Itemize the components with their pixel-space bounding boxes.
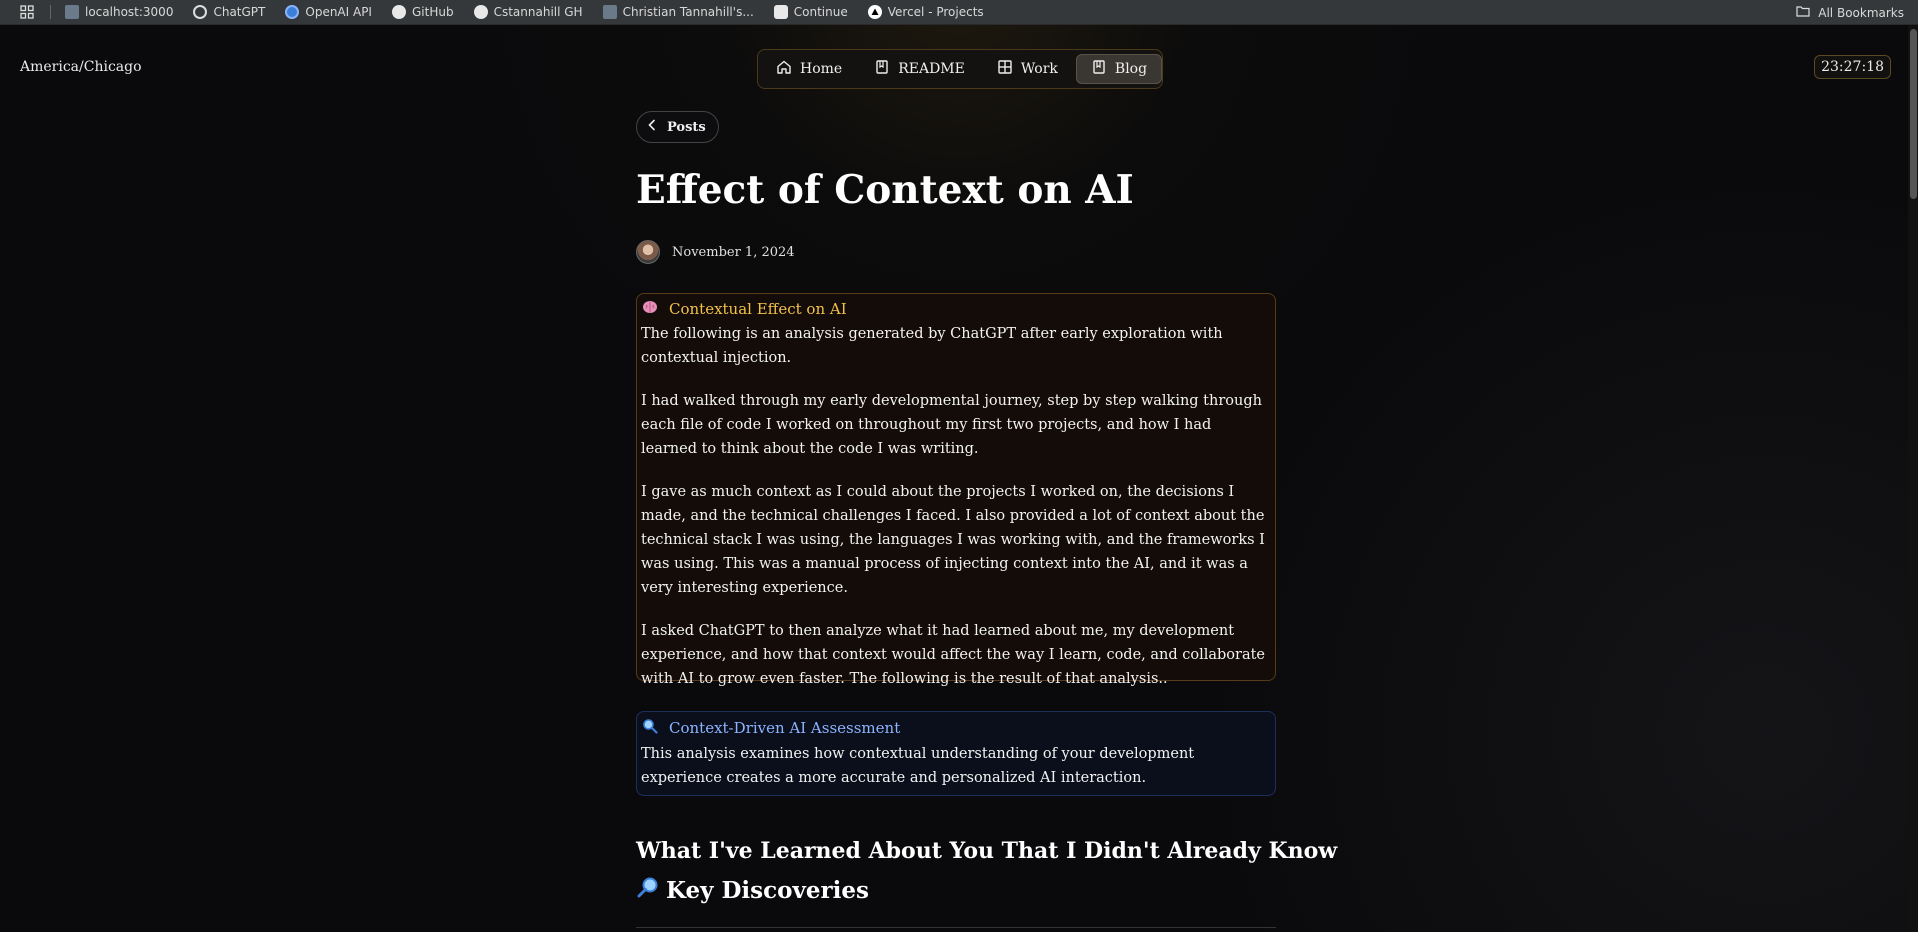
nav-label: README [898,61,965,77]
timezone-label: America/Chicago [20,59,142,75]
scrollbar-thumb[interactable] [1910,29,1917,199]
nav-label: Home [800,61,843,77]
post-title: Effect of Context on AI [636,167,1134,213]
brain-icon [641,300,659,318]
nav-readme[interactable]: README [860,54,979,84]
post-meta: November 1, 2024 [636,240,795,264]
callout-paragraph: I asked ChatGPT to then analyze what it … [641,623,1266,687]
back-label: Posts [667,119,706,135]
bookmark-label: Continue [793,5,848,19]
bookmark-christian-tannahill[interactable]: Christian Tannahill's... [602,5,754,19]
bookmark-label: ChatGPT [213,5,266,19]
bookmark-label: Vercel - Projects [887,5,984,19]
bookmark-label: Cstannahill GH [493,5,583,19]
back-to-posts-button[interactable]: Posts [636,111,719,143]
bookmarks-bar: localhost:3000 ChatGPT OpenAI API GitHub… [0,0,1918,25]
book-icon [874,59,890,79]
bookmark-label: OpenAI API [305,5,372,19]
bookmark-localhost[interactable]: localhost:3000 [65,5,173,19]
home-icon [776,59,792,79]
page: America/Chicago Home README Work Blog 23… [0,25,1918,932]
author-avatar [636,240,660,264]
callout-paragraph: I had walked through my early developmen… [641,393,1262,457]
callout-paragraph: This analysis examines how contextual un… [641,746,1195,786]
bookmark-cstannahill-gh[interactable]: Cstannahill GH [473,5,583,19]
bookmark-chatgpt[interactable]: ChatGPT [193,5,265,19]
callout-title: Contextual Effect on AI [669,300,847,318]
subsection-heading: Key Discoveries [636,875,869,905]
bookmark-label: localhost:3000 [85,5,174,19]
callout-paragraph: The following is an analysis generated b… [641,326,1223,366]
all-bookmarks-label: All Bookmarks [1818,5,1904,20]
github-icon [473,5,488,19]
grid-icon [997,59,1013,79]
bookmark-label: GitHub [411,5,454,19]
folder-icon [1796,5,1810,20]
callout-title: Context-Driven AI Assessment [669,719,901,737]
callout-header: Contextual Effect on AI [641,300,1271,318]
main-nav: Home README Work Blog [757,49,1163,89]
callout-ai-assessment: Context-Driven AI Assessment This analys… [636,711,1276,796]
page-icon [602,5,617,19]
vercel-icon [867,5,882,19]
callout-paragraph: I gave as much context as I could about … [641,484,1265,596]
section-heading: What I've Learned About You That I Didn'… [636,838,1338,864]
bookmark-openai-api[interactable]: OpenAI API [285,5,372,19]
chatgpt-icon [193,5,208,19]
nav-blog[interactable]: Blog [1075,54,1163,84]
callout-contextual-effect: Contextual Effect on AI The following is… [636,293,1276,687]
apps-grid-icon[interactable] [14,2,40,22]
bookmark-vercel[interactable]: Vercel - Projects [867,5,984,19]
heading-divider [636,927,1276,928]
post-date: November 1, 2024 [672,244,795,260]
continue-icon [773,5,788,19]
bookmark-github[interactable]: GitHub [391,5,454,19]
magnifier-icon [641,718,659,738]
bookmarks-divider [50,5,51,19]
bookmark-continue[interactable]: Continue [773,5,848,19]
subsection-heading-label: Key Discoveries [666,876,869,904]
nav-label: Blog [1114,61,1148,77]
scrollbar[interactable] [1908,25,1918,932]
bookmark-label: Christian Tannahill's... [622,5,754,19]
page-icon [65,5,79,19]
github-icon [391,5,406,19]
magnifier-icon [636,875,660,905]
callout-header: Context-Driven AI Assessment [641,718,1271,738]
openai-icon [285,5,300,19]
nav-home[interactable]: Home [762,54,856,84]
book-icon [1091,59,1107,79]
chevron-left-icon [647,119,657,135]
all-bookmarks[interactable]: All Bookmarks [1796,0,1904,25]
nav-work[interactable]: Work [983,54,1072,84]
clock: 23:27:18 [1814,55,1891,79]
nav-label: Work [1020,61,1058,77]
